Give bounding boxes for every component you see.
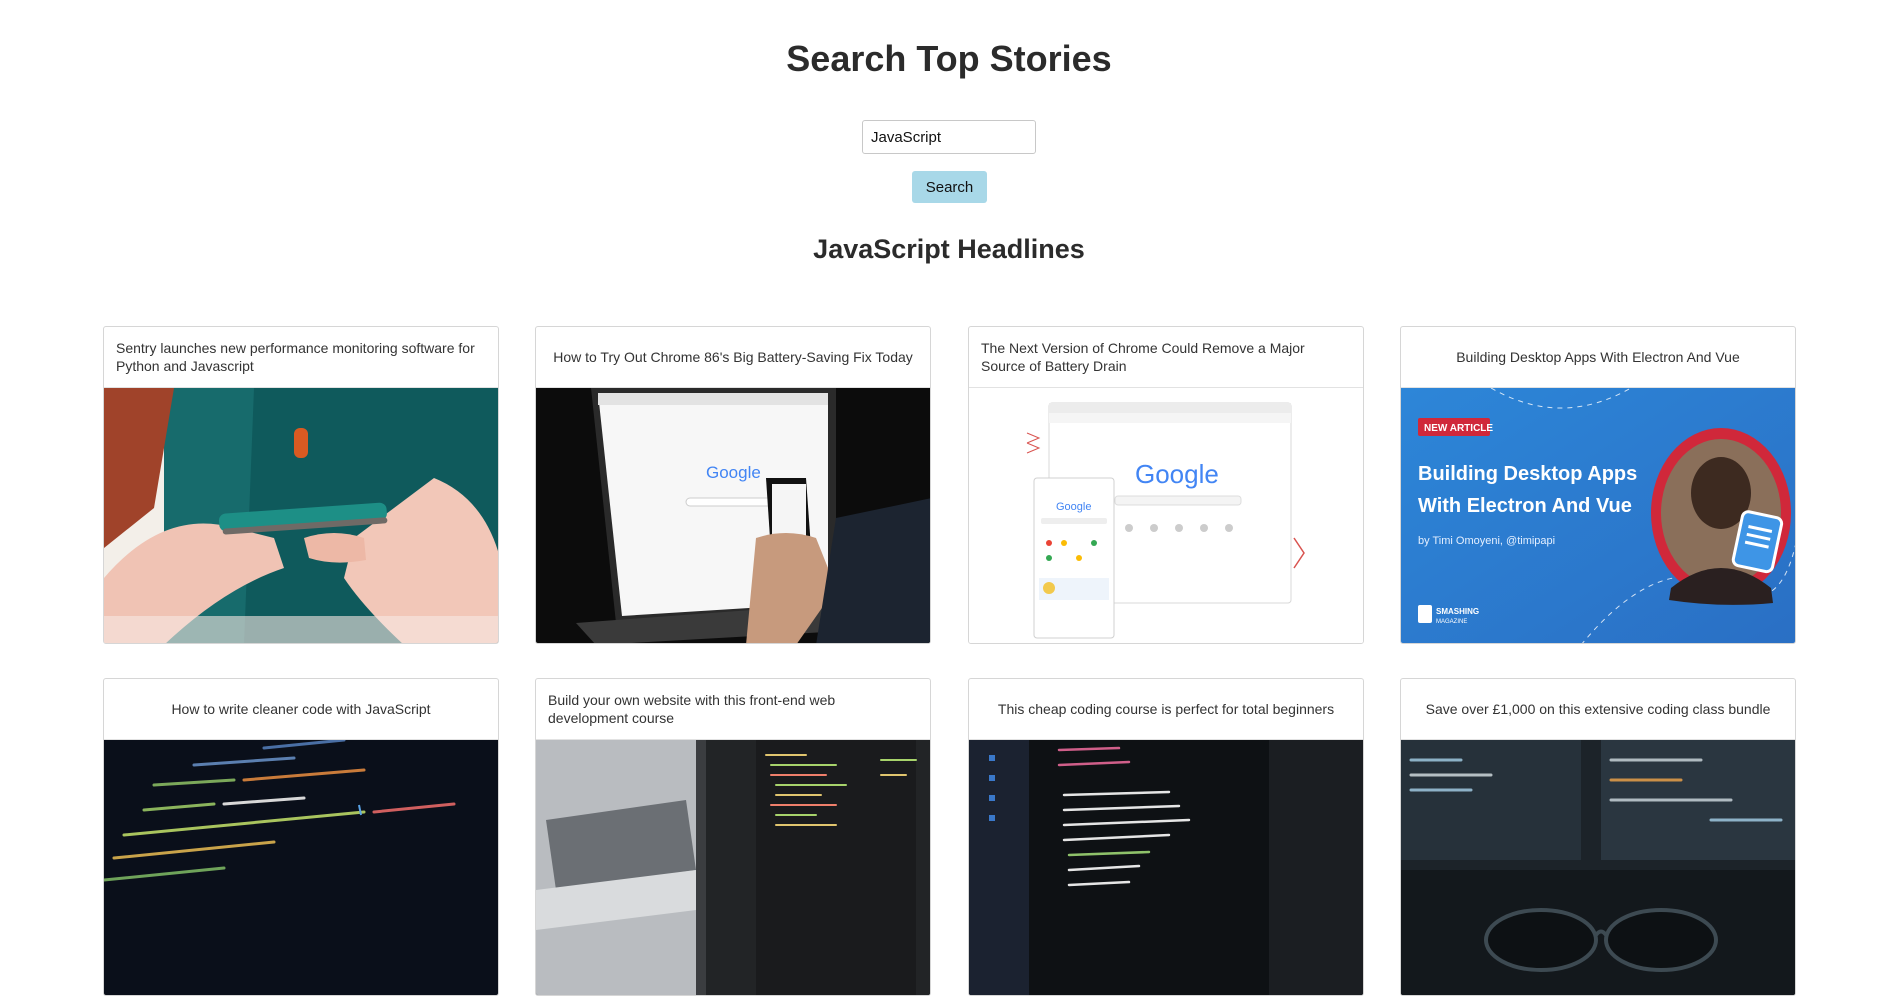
google-logo-text: Google [1056,501,1091,513]
banner-badge: NEW ARTICLE [1424,423,1493,434]
banner-byline: by Timi Omoyeni, @timipapi [1418,535,1555,547]
search-input[interactable] [862,120,1036,154]
article-title[interactable]: Build your own website with this front-e… [536,679,930,740]
banner-brand-line2: MAGAZINE [1436,619,1467,625]
search-button[interactable]: Search [912,171,987,203]
article-title[interactable]: Sentry launches new performance monitori… [104,327,498,388]
google-logo-text: Google [1135,459,1219,489]
article-card[interactable]: This cheap coding course is perfect for … [968,678,1364,996]
article-card[interactable]: How to write cleaner code with JavaScrip… [103,678,499,996]
article-image-smashing-banner[interactable]: NEW ARTICLE Building Desktop Apps With E… [1401,388,1795,643]
banner-brand-line1: SMASHING [1436,607,1479,616]
article-card[interactable]: Save over £1,000 on this extensive codin… [1400,678,1796,996]
article-image-monitors-glasses[interactable] [1401,740,1795,995]
results-heading: JavaScript Headlines [813,234,1085,264]
banner-headline-line1: Building Desktop Apps [1418,463,1637,485]
article-title[interactable]: Save over £1,000 on this extensive codin… [1401,679,1795,740]
article-title[interactable]: How to Try Out Chrome 86's Big Battery-S… [536,327,930,388]
article-card[interactable]: How to Try Out Chrome 86's Big Battery-S… [535,326,931,644]
article-image-code-screen[interactable] [969,740,1363,995]
page-title: Search Top Stories [786,38,1112,79]
article-card[interactable]: Building Desktop Apps With Electron And … [1400,326,1796,644]
article-card[interactable]: Build your own website with this front-e… [535,678,931,996]
article-card[interactable]: Sentry launches new performance monitori… [103,326,499,644]
article-title[interactable]: This cheap coding course is perfect for … [969,679,1363,740]
banner-headline-line2: With Electron And Vue [1418,495,1632,517]
google-logo-text: Google [706,463,761,482]
article-title[interactable]: Building Desktop Apps With Electron And … [1401,327,1795,388]
article-image-code-laptop-blur[interactable] [536,740,930,995]
article-image-chrome-windows[interactable]: Google Google [969,388,1363,643]
article-image-phone-hands[interactable] [104,388,498,643]
article-title[interactable]: The Next Version of Chrome Could Remove … [969,327,1363,388]
article-card[interactable]: The Next Version of Chrome Could Remove … [968,326,1364,644]
article-image-laptop-google[interactable]: Google [536,388,930,643]
article-image-code-dark[interactable] [104,740,498,995]
article-title[interactable]: How to write cleaner code with JavaScrip… [104,679,498,740]
